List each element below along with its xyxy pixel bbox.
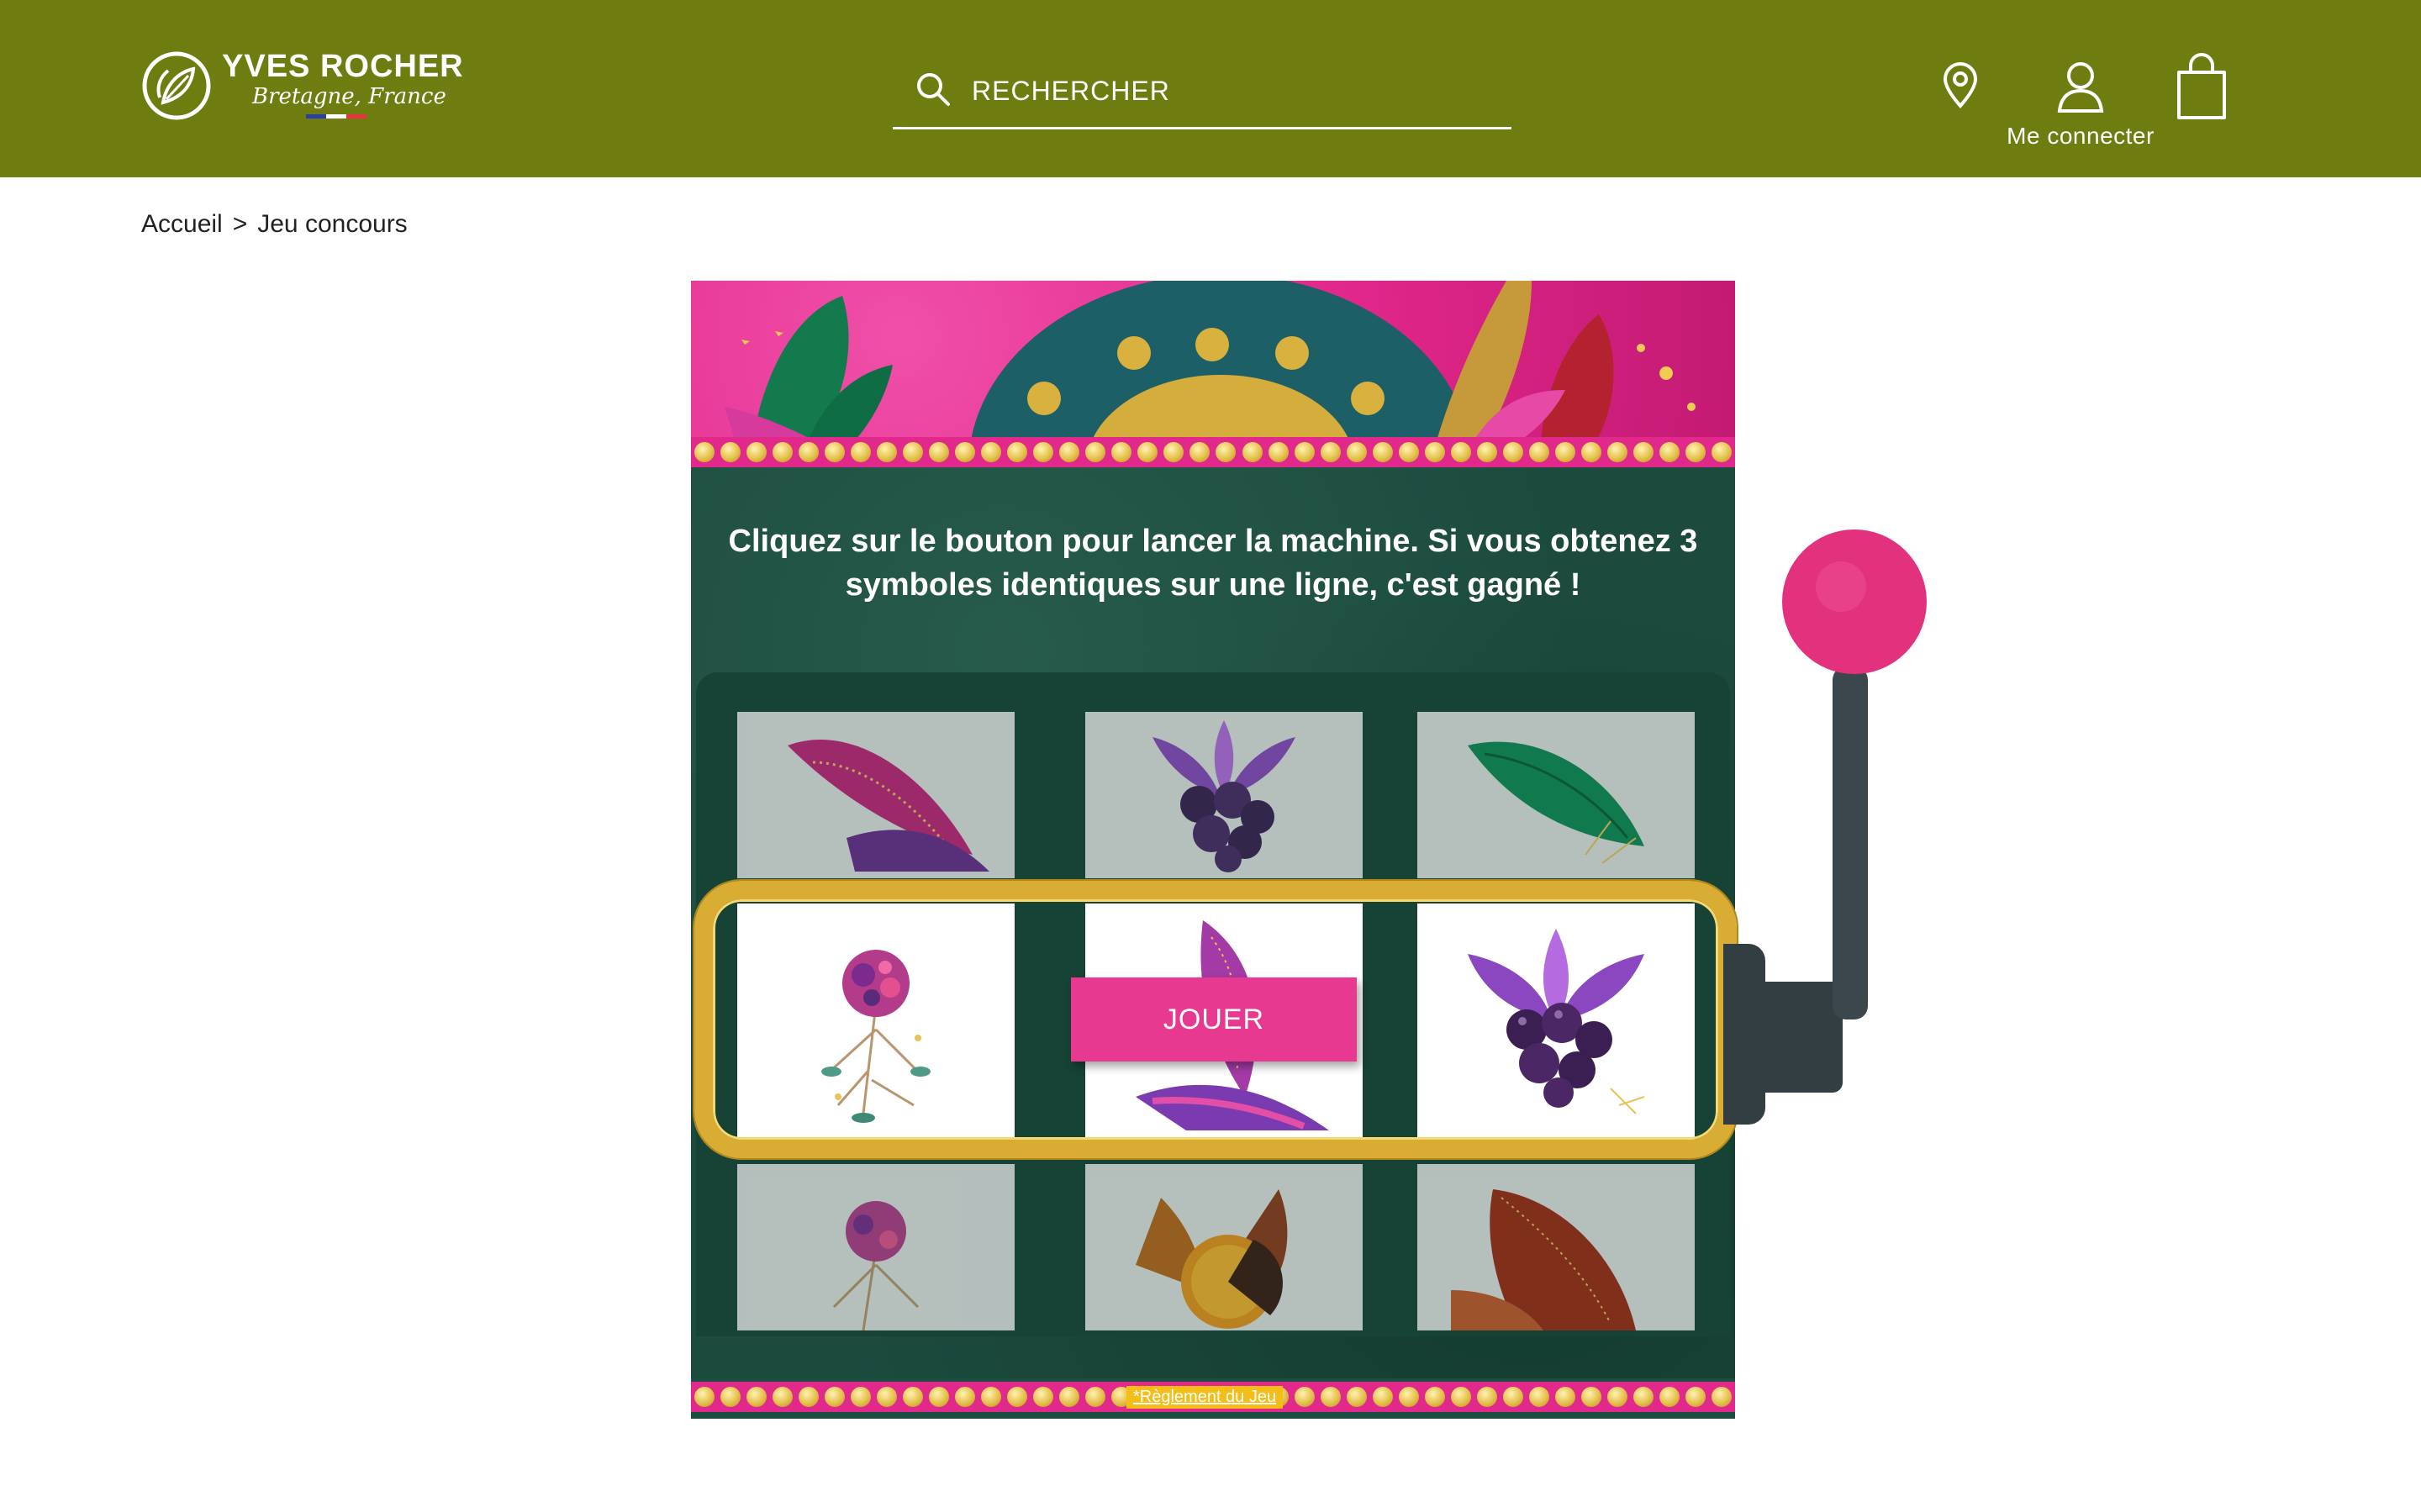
top-dot-border: [691, 437, 1735, 467]
orange-slice-icon: [1136, 1189, 1288, 1329]
game-rules-link[interactable]: *Règlement du Jeu: [1126, 1386, 1284, 1409]
site-header: YVES ROCHER Bretagne, France Me connecte…: [0, 0, 2421, 177]
breadcrumb-separator: >: [232, 210, 248, 238]
reel-3-top-symbol: [1417, 712, 1695, 878]
shopping-bag-icon[interactable]: [2174, 52, 2229, 121]
reel-3-bottom-symbol: [1417, 1164, 1695, 1330]
search-input[interactable]: [970, 69, 1495, 113]
search-bar[interactable]: [893, 57, 1511, 129]
reel-2-top-symbol: [1085, 712, 1363, 878]
breadcrumb-home-link[interactable]: Accueil: [141, 210, 223, 239]
brand-tagline: Bretagne, France: [252, 84, 446, 109]
slot-lever[interactable]: [1723, 528, 1933, 1141]
brand-name: YVES ROCHER: [222, 49, 464, 84]
reel-2-bottom-symbol: [1085, 1164, 1363, 1330]
breadcrumb-current: Jeu concours: [257, 210, 408, 238]
search-icon[interactable]: [913, 69, 953, 109]
reel-1-top-symbol: [737, 712, 1015, 878]
green-leaf-icon: [1468, 741, 1644, 864]
reel-1-bottom-symbol: [737, 1164, 1015, 1330]
logo-leaf-icon: [142, 51, 211, 120]
breadcrumb: Accueil > Jeu concours: [141, 210, 408, 239]
blackberry-icon: [1152, 720, 1295, 872]
french-flag: [306, 114, 367, 119]
brand-logo[interactable]: YVES ROCHER Bretagne, France: [141, 47, 477, 128]
pink-feather-leaf-icon: [788, 739, 989, 872]
store-locator-icon[interactable]: [1940, 61, 1981, 109]
play-button[interactable]: JOUER: [1071, 977, 1357, 1062]
red-leaf-icon: [1451, 1189, 1636, 1330]
user-icon[interactable]: [2056, 61, 2105, 113]
login-link[interactable]: Me connecter: [1984, 123, 2177, 150]
game-instructions: Cliquez sur le bouton pour lancer la mac…: [728, 524, 1698, 603]
pink-flower-bouquet-icon: [832, 1201, 920, 1330]
